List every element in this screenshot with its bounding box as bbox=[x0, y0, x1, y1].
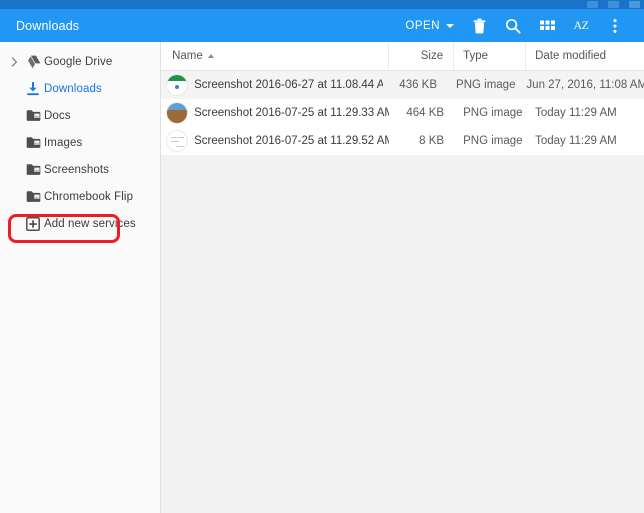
more-options-button[interactable] bbox=[598, 11, 632, 41]
sidebar-item-docs[interactable]: Docs bbox=[0, 102, 160, 129]
file-name-cell: Screenshot 2016-07-25 at 11.29.52 AM.png bbox=[161, 127, 389, 155]
sort-az-icon: AZ bbox=[573, 18, 590, 32]
app-toolbar: Downloads OPEN AZ bbox=[0, 9, 644, 42]
column-header-type-label: Type bbox=[463, 50, 489, 62]
column-header-name-label: Name bbox=[172, 50, 203, 62]
file-thumbnail bbox=[166, 74, 189, 96]
file-list-panel: Name Size Type Date modified Screenshot … bbox=[161, 42, 644, 513]
sidebar-item-chromebook-flip[interactable]: Chromebook Flip bbox=[0, 183, 160, 210]
column-header-size-label: Size bbox=[420, 50, 444, 62]
sidebar-item-downloads[interactable]: Downloads bbox=[0, 75, 160, 102]
file-list-header: Name Size Type Date modified bbox=[161, 42, 644, 71]
file-date-cell: Jun 27, 2016, 11:08 AM bbox=[526, 79, 644, 91]
sidebar: Google Drive Downloads Docs Images Scree… bbox=[0, 42, 162, 513]
file-name-text: Screenshot 2016-06-27 at 11.08.44 AM.png bbox=[194, 79, 384, 91]
add-new-services-wrapper: Add new services bbox=[0, 210, 160, 243]
table-row[interactable]: Screenshot 2016-07-25 at 11.29.52 AM.png… bbox=[161, 127, 644, 155]
download-icon bbox=[22, 81, 44, 96]
sidebar-item-add-new-services[interactable]: Add new services bbox=[0, 210, 160, 237]
column-header-name[interactable]: Name bbox=[161, 42, 390, 70]
sidebar-item-images[interactable]: Images bbox=[0, 129, 160, 156]
file-date-cell: Today 11:29 AM bbox=[535, 107, 617, 119]
column-header-size[interactable]: Size bbox=[389, 42, 455, 70]
table-row[interactable]: Screenshot 2016-06-27 at 11.08.44 AM.png… bbox=[161, 71, 644, 99]
close-control[interactable] bbox=[629, 1, 640, 8]
add-service-icon bbox=[22, 216, 44, 231]
window-controls bbox=[587, 0, 640, 9]
chevron-right-icon[interactable] bbox=[6, 56, 22, 67]
search-icon bbox=[505, 18, 521, 34]
files-app-window: Downloads OPEN AZ Google Drive Downloads… bbox=[0, 0, 644, 513]
sidebar-item-label: Downloads bbox=[44, 82, 102, 95]
sidebar-item-label: Screenshots bbox=[44, 163, 110, 176]
delete-button[interactable] bbox=[462, 11, 496, 41]
sidebar-item-label: Add new services bbox=[44, 217, 136, 230]
sidebar-item-label: Chromebook Flip bbox=[44, 190, 134, 203]
folder-icon bbox=[22, 190, 44, 203]
file-thumbnail bbox=[166, 102, 189, 124]
file-type-cell: PNG image bbox=[456, 79, 516, 91]
maximize-control[interactable] bbox=[608, 1, 619, 8]
minimize-control[interactable] bbox=[587, 1, 598, 8]
folder-icon bbox=[22, 136, 44, 149]
search-button[interactable] bbox=[496, 11, 530, 41]
sort-ascending-icon bbox=[207, 53, 214, 58]
sidebar-item-google-drive[interactable]: Google Drive bbox=[0, 48, 160, 75]
grid-icon bbox=[539, 20, 555, 31]
window-title-strip bbox=[0, 0, 644, 9]
folder-icon bbox=[22, 163, 44, 176]
page-title: Downloads bbox=[16, 18, 80, 33]
trash-icon bbox=[472, 18, 487, 34]
folder-icon bbox=[22, 109, 44, 122]
file-thumbnail bbox=[166, 130, 189, 152]
app-body: Google Drive Downloads Docs Images Scree… bbox=[0, 42, 644, 513]
overflow-menu-icon bbox=[613, 18, 617, 34]
file-size-cell: 8 KB bbox=[419, 135, 445, 147]
sidebar-item-label: Docs bbox=[44, 109, 71, 122]
file-name-cell: Screenshot 2016-06-27 at 11.08.44 AM.png bbox=[161, 71, 383, 99]
column-header-date-label: Date modified bbox=[535, 50, 607, 62]
chevron-down-icon bbox=[446, 23, 454, 28]
open-button[interactable]: OPEN bbox=[397, 16, 462, 36]
file-rows: Screenshot 2016-06-27 at 11.08.44 AM.png… bbox=[161, 71, 644, 155]
sidebar-item-label: Google Drive bbox=[44, 55, 113, 68]
sort-button[interactable]: AZ bbox=[564, 11, 598, 41]
sidebar-item-screenshots[interactable]: Screenshots bbox=[0, 156, 160, 183]
google-drive-icon bbox=[22, 55, 44, 69]
file-type-cell: PNG image bbox=[463, 107, 523, 119]
grid-view-button[interactable] bbox=[530, 11, 564, 41]
column-header-type[interactable]: Type bbox=[454, 42, 527, 70]
toolbar-actions: OPEN AZ bbox=[397, 11, 632, 41]
file-date-cell: Today 11:29 AM bbox=[535, 135, 617, 147]
file-type-cell: PNG image bbox=[463, 135, 523, 147]
file-name-cell: Screenshot 2016-07-25 at 11.29.33 AM.png bbox=[161, 99, 389, 127]
table-row[interactable]: Screenshot 2016-07-25 at 11.29.33 AM.png… bbox=[161, 99, 644, 127]
file-name-text: Screenshot 2016-07-25 at 11.29.52 AM.png bbox=[194, 135, 389, 147]
file-name-text: Screenshot 2016-07-25 at 11.29.33 AM.png bbox=[194, 107, 389, 119]
file-size-cell: 436 KB bbox=[399, 79, 438, 91]
column-header-date-modified[interactable]: Date modified bbox=[526, 42, 644, 70]
sidebar-item-label: Images bbox=[44, 136, 83, 149]
open-button-label: OPEN bbox=[405, 19, 440, 32]
file-size-cell: 464 KB bbox=[406, 107, 445, 119]
